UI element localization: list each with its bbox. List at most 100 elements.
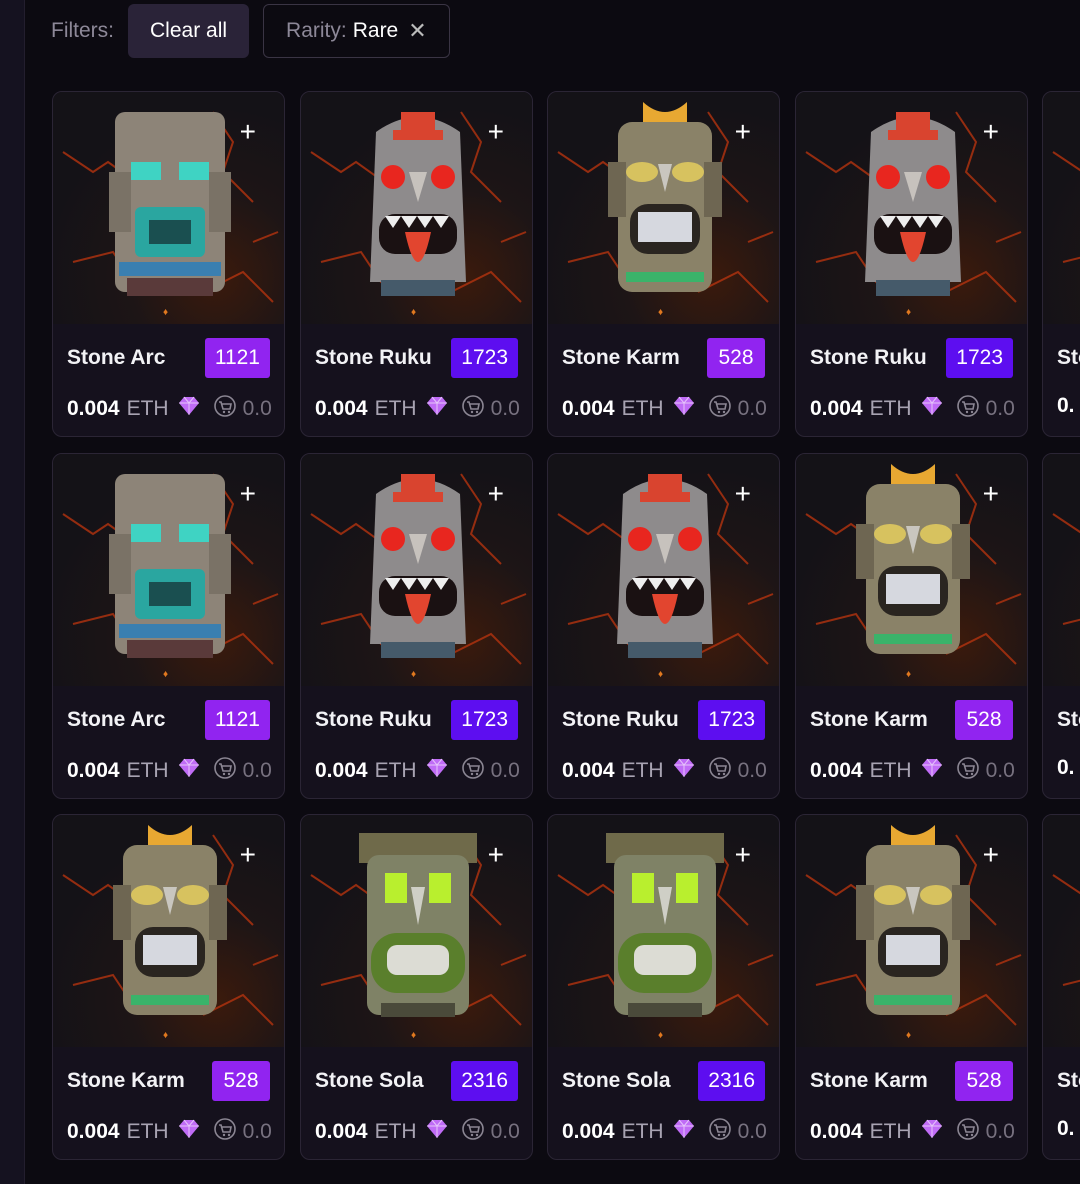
nft-card[interactable]: ♦ + Stone Karm 528 0.004 ETH 0.0 xyxy=(795,814,1028,1160)
nft-name: Stone Sola xyxy=(562,1069,671,1092)
nft-name: Sto xyxy=(1057,1069,1080,1092)
nft-image[interactable]: ♦+ xyxy=(796,454,1027,686)
last-sale-value: 0.0 xyxy=(985,397,1015,420)
gem-icon xyxy=(425,395,449,423)
nft-name: Sto xyxy=(1057,708,1080,731)
price-amount: 0. xyxy=(1057,1117,1075,1140)
nft-card[interactable]: ♦ + Stone Ruku 1723 0.004 ETH 0.0 xyxy=(547,453,780,799)
filter-bar: Filters: Clear all Rarity: Rare ✕ xyxy=(51,4,450,58)
nft-image[interactable]: ♦+ xyxy=(796,815,1027,1047)
nft-image[interactable]: ♦+ xyxy=(301,454,532,686)
gem-icon xyxy=(672,757,696,785)
cart-icon[interactable] xyxy=(708,756,732,786)
price-row: 0. xyxy=(1057,756,1075,780)
cart-icon[interactable] xyxy=(213,1117,237,1147)
cart-icon[interactable] xyxy=(708,394,732,424)
token-id-badge: 2316 xyxy=(698,1061,765,1101)
nft-name: Stone Arc xyxy=(67,708,166,731)
nft-image[interactable]: ♦+ xyxy=(796,92,1027,324)
add-to-cart-plus-icon[interactable]: + xyxy=(735,480,751,508)
add-to-cart-plus-icon[interactable]: + xyxy=(735,118,751,146)
nft-image[interactable]: ♦+ xyxy=(548,454,779,686)
flame-icon: ♦ xyxy=(163,669,169,680)
nft-card[interactable]: ♦ + Stone Karm 528 0.004 ETH 0.0 xyxy=(52,814,285,1160)
add-to-cart-plus-icon[interactable]: + xyxy=(983,841,999,869)
nft-card[interactable]: ♦ + Stone Ruku 1723 0.004 ETH 0.0 xyxy=(300,453,533,799)
gem-icon xyxy=(920,757,944,785)
clear-all-button[interactable]: Clear all xyxy=(128,4,250,58)
last-sale-value: 0.0 xyxy=(242,1120,272,1143)
nft-card[interactable]: ♦+ Sto 0. xyxy=(1042,814,1080,1160)
flame-icon: ♦ xyxy=(163,307,169,318)
last-sale-value: 0.0 xyxy=(985,759,1015,782)
nft-image[interactable]: ♦+ xyxy=(1043,454,1080,686)
nft-name: Stone Ruku xyxy=(315,346,432,369)
rarity-filter-chip[interactable]: Rarity: Rare ✕ xyxy=(263,4,450,58)
cart-icon[interactable] xyxy=(461,1117,485,1147)
cart-icon[interactable] xyxy=(461,394,485,424)
add-to-cart-plus-icon[interactable]: + xyxy=(488,841,504,869)
nft-card[interactable]: ♦ + Stone Sola 2316 0.004 ETH 0.0 xyxy=(300,814,533,1160)
add-to-cart-plus-icon[interactable]: + xyxy=(488,480,504,508)
add-to-cart-plus-icon[interactable]: + xyxy=(735,841,751,869)
nft-card[interactable]: ♦+ Sto 0. xyxy=(1042,453,1080,799)
nft-image[interactable]: ♦+ xyxy=(548,815,779,1047)
nft-image[interactable]: ♦+ xyxy=(548,92,779,324)
add-to-cart-plus-icon[interactable]: + xyxy=(983,118,999,146)
flame-icon: ♦ xyxy=(411,1030,417,1041)
add-to-cart-plus-icon[interactable]: + xyxy=(240,480,256,508)
nft-image[interactable]: ♦+ xyxy=(1043,92,1080,324)
price-row: 0.004 ETH 0.0 xyxy=(562,1117,767,1147)
nft-image[interactable]: ♦+ xyxy=(1043,815,1080,1047)
last-sale-value: 0.0 xyxy=(737,759,767,782)
price-row: 0. xyxy=(1057,1117,1075,1141)
nft-card[interactable]: ♦+ Sto 0. xyxy=(1042,91,1080,437)
gem-icon xyxy=(672,1118,696,1146)
cart-icon[interactable] xyxy=(956,1117,980,1147)
cart-icon[interactable] xyxy=(461,756,485,786)
nft-card[interactable]: ♦ + Stone Ruku 1723 0.004 ETH 0.0 xyxy=(300,91,533,437)
price-amount: 0.004 xyxy=(67,759,120,782)
price-currency: ETH xyxy=(869,1120,912,1143)
price-currency: ETH xyxy=(621,1120,664,1143)
gem-icon xyxy=(425,1118,449,1146)
nft-card[interactable]: ♦ + Stone Karm 528 0.004 ETH 0.0 xyxy=(547,91,780,437)
remove-filter-icon[interactable]: ✕ xyxy=(408,18,426,44)
nft-image[interactable]: ♦+ xyxy=(53,454,284,686)
flame-icon: ♦ xyxy=(411,307,417,318)
cart-icon[interactable] xyxy=(213,756,237,786)
nft-image[interactable]: ♦+ xyxy=(53,815,284,1047)
price-currency: ETH xyxy=(126,1120,169,1143)
cart-icon[interactable] xyxy=(708,1117,732,1147)
price-currency: ETH xyxy=(869,759,912,782)
nft-card[interactable]: ♦ + Stone Ruku 1723 0.004 ETH 0.0 xyxy=(795,91,1028,437)
last-sale-value: 0.0 xyxy=(490,759,520,782)
main-content: Filters: Clear all Rarity: Rare ✕ ♦ + Ston… xyxy=(24,0,1080,1184)
token-id-badge: 1723 xyxy=(698,700,765,740)
add-to-cart-plus-icon[interactable]: + xyxy=(240,118,256,146)
last-sale-value: 0.0 xyxy=(985,1120,1015,1143)
nft-card[interactable]: ♦ + Stone Karm 528 0.004 ETH 0.0 xyxy=(795,453,1028,799)
nft-image[interactable]: ♦+ xyxy=(301,92,532,324)
nft-image[interactable]: ♦+ xyxy=(301,815,532,1047)
price-currency: ETH xyxy=(126,397,169,420)
flame-icon: ♦ xyxy=(163,1030,169,1041)
nft-card[interactable]: ♦ + Stone Arc 1121 0.004 ETH 0.0 xyxy=(52,453,285,799)
nft-image[interactable]: ♦+ xyxy=(53,92,284,324)
cart-icon[interactable] xyxy=(956,394,980,424)
gem-icon xyxy=(920,395,944,423)
nft-name: Stone Karm xyxy=(562,346,680,369)
flame-icon: ♦ xyxy=(658,669,664,680)
add-to-cart-plus-icon[interactable]: + xyxy=(983,480,999,508)
nft-name: Stone Karm xyxy=(67,1069,185,1092)
add-to-cart-plus-icon[interactable]: + xyxy=(488,118,504,146)
price-amount: 0.004 xyxy=(810,1120,863,1143)
add-to-cart-plus-icon[interactable]: + xyxy=(240,841,256,869)
nft-card[interactable]: ♦ + Stone Sola 2316 0.004 ETH 0.0 xyxy=(547,814,780,1160)
token-id-badge: 1723 xyxy=(451,700,518,740)
last-sale-value: 0.0 xyxy=(490,1120,520,1143)
cart-icon[interactable] xyxy=(213,394,237,424)
cart-icon[interactable] xyxy=(956,756,980,786)
nft-card[interactable]: ♦ + Stone Arc 1121 0.004 ETH 0.0 xyxy=(52,91,285,437)
price-row: 0.004 ETH 0.0 xyxy=(562,756,767,786)
